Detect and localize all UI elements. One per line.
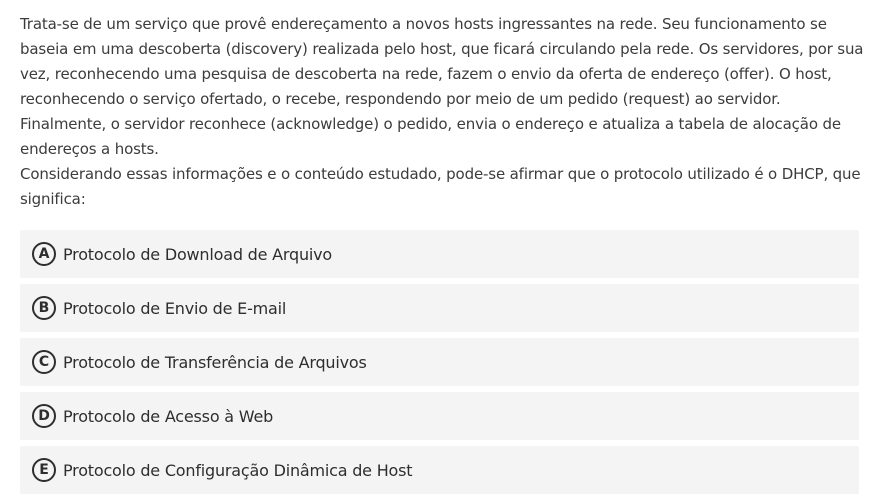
answer-options: A Protocolo de Download de Arquivo B Pro…: [20, 230, 859, 500]
question-line: baseia em uma descoberta (discovery) rea…: [20, 40, 864, 58]
question-line: Considerando essas informações e o conte…: [20, 165, 861, 183]
option-label: Protocolo de Transferência de Arquivos: [63, 352, 367, 372]
question-line: vez, reconhecendo uma pesquisa de descob…: [20, 65, 832, 83]
question-line: Trata-se de um serviço que provê endereç…: [20, 15, 827, 33]
question-text: Trata-se de um serviço que provê endereç…: [20, 12, 865, 212]
question-line: reconhecendo o serviço ofertado, o receb…: [20, 90, 781, 108]
option-label: Protocolo de Download de Arquivo: [63, 244, 332, 264]
option-a[interactable]: A Protocolo de Download de Arquivo: [20, 230, 859, 278]
option-letter-badge: D: [32, 404, 56, 428]
question-line: significa:: [20, 190, 86, 208]
question-line: endereços a hosts.: [20, 140, 159, 158]
option-letter-badge: B: [32, 296, 56, 320]
option-letter-badge: C: [32, 350, 56, 374]
question-line: Finalmente, o servidor reconhece (acknow…: [20, 115, 841, 133]
option-b[interactable]: B Protocolo de Envio de E-mail: [20, 284, 859, 332]
option-label: Protocolo de Envio de E-mail: [63, 298, 287, 318]
option-letter-badge: E: [32, 458, 56, 482]
option-c[interactable]: C Protocolo de Transferência de Arquivos: [20, 338, 859, 386]
option-label: Protocolo de Configuração Dinâmica de Ho…: [63, 460, 413, 480]
option-d[interactable]: D Protocolo de Acesso à Web: [20, 392, 859, 440]
option-letter-badge: A: [32, 242, 56, 266]
option-label: Protocolo de Acesso à Web: [63, 406, 274, 426]
option-e[interactable]: E Protocolo de Configuração Dinâmica de …: [20, 446, 859, 494]
